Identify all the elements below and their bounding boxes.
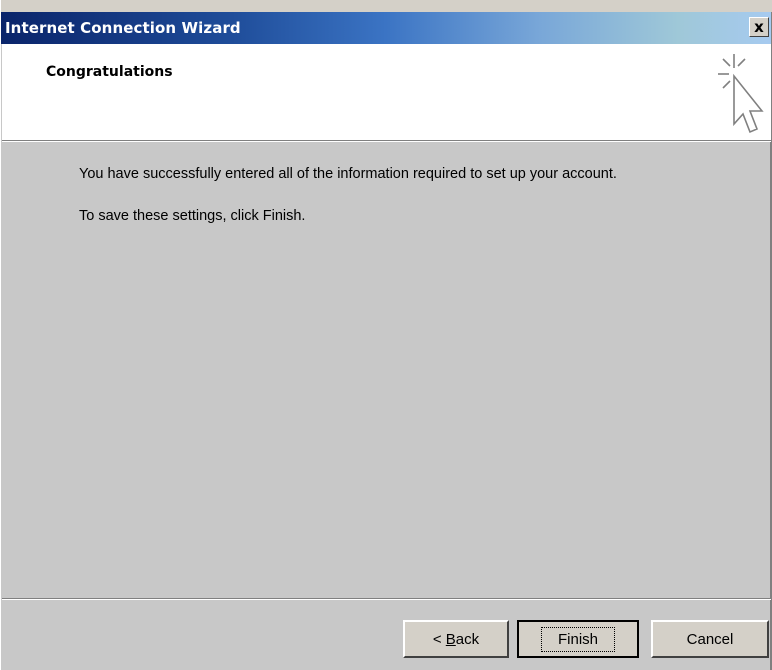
window-top-strip bbox=[1, 0, 772, 12]
page-title: Congratulations bbox=[46, 64, 173, 80]
cancel-button[interactable]: Cancel bbox=[651, 620, 769, 658]
finish-label: Finish bbox=[540, 626, 615, 652]
back-mnemonic: B bbox=[445, 630, 456, 648]
cancel-label: Cancel bbox=[686, 630, 734, 648]
finish-button[interactable]: Finish bbox=[517, 620, 639, 658]
success-message: You have successfully entered all of the… bbox=[79, 166, 617, 182]
wizard-header: Congratulations bbox=[2, 44, 771, 140]
close-button[interactable]: x bbox=[749, 17, 769, 37]
back-label-rest: ack bbox=[455, 630, 480, 648]
title-bar[interactable]: Internet Connection Wizard x bbox=[1, 12, 771, 44]
footer-divider bbox=[2, 598, 771, 600]
wizard-cursor-icon bbox=[718, 54, 764, 134]
finish-instruction: To save these settings, click Finish. bbox=[79, 208, 306, 224]
wizard-window: Internet Connection Wizard x Congratulat… bbox=[0, 0, 772, 670]
close-icon: x bbox=[754, 18, 764, 36]
window-title: Internet Connection Wizard bbox=[5, 19, 241, 37]
header-divider bbox=[2, 140, 771, 142]
back-label-prefix: < bbox=[432, 630, 446, 648]
back-button[interactable]: < Back bbox=[403, 620, 509, 658]
